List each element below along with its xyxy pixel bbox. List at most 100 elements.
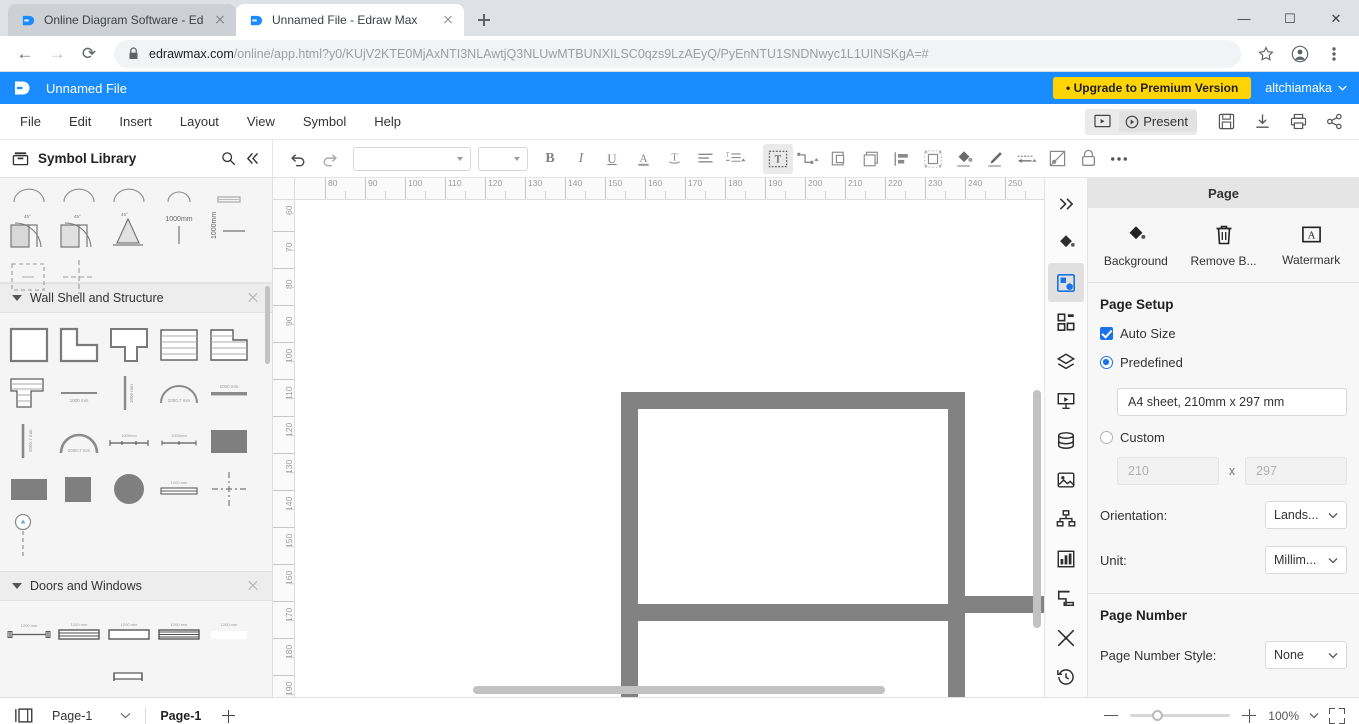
bold-button[interactable]: B	[535, 144, 565, 174]
menu-insert[interactable]: Insert	[105, 108, 166, 135]
close-icon[interactable]	[246, 291, 260, 305]
wall-middle-horizontal[interactable]	[621, 604, 965, 621]
shape-filled-circle[interactable]	[105, 465, 153, 513]
expand-panel-icon[interactable]	[1048, 184, 1084, 223]
zoom-level-value[interactable]: 100%	[1268, 709, 1299, 723]
menu-layout[interactable]: Layout	[166, 108, 233, 135]
browser-tab-1[interactable]: Online Diagram Software - Edraw	[8, 4, 236, 36]
shape-thick-wall[interactable]: 1000 mm	[205, 369, 253, 417]
shape-filled-rect[interactable]	[205, 417, 253, 465]
predefined-size-select[interactable]: A4 sheet, 210mm x 297 mm	[1117, 388, 1347, 416]
shape-dim-line-2[interactable]: 1000mm	[155, 417, 203, 465]
fill-bucket-button[interactable]	[949, 144, 979, 174]
shape-item[interactable]: 45°	[105, 204, 153, 252]
reload-button[interactable]: ⟳	[74, 39, 104, 69]
shape-door-single[interactable]: 1200 mm	[5, 609, 53, 657]
shape-item[interactable]	[205, 180, 253, 204]
kebab-menu-icon[interactable]	[1319, 39, 1349, 69]
font-color-button[interactable]: A	[628, 144, 658, 174]
align-objects-button[interactable]	[887, 144, 917, 174]
shape-striped-t-room[interactable]	[5, 369, 53, 417]
download-icon[interactable]	[1245, 108, 1279, 136]
page-view-icon[interactable]	[14, 707, 34, 724]
close-icon[interactable]	[212, 12, 228, 28]
more-options-button[interactable]	[1104, 144, 1134, 174]
shape-double-line[interactable]: 1200 mm	[155, 465, 203, 513]
auto-size-row[interactable]: Auto Size	[1100, 326, 1347, 341]
shape-elevation-marker[interactable]	[5, 513, 53, 561]
shape-item[interactable]	[55, 252, 103, 300]
shape-dim-line[interactable]: 1000mm	[105, 417, 153, 465]
fullscreen-icon[interactable]	[1329, 707, 1345, 724]
image-icon[interactable]	[1048, 460, 1084, 499]
page-number-style-select[interactable]: None	[1265, 641, 1347, 669]
predefined-radio[interactable]	[1100, 356, 1113, 369]
undo-button[interactable]	[283, 144, 313, 174]
drawing-sheet[interactable]	[295, 200, 1044, 697]
wall-top-left-top[interactable]	[621, 392, 965, 409]
canvas-vertical-scrollbar[interactable]	[1033, 390, 1041, 628]
predefined-row[interactable]: Predefined	[1100, 355, 1347, 370]
italic-button[interactable]: I	[566, 144, 596, 174]
back-button[interactable]: ←	[10, 39, 40, 69]
menu-symbol[interactable]: Symbol	[289, 108, 360, 135]
minimize-button[interactable]: —	[1221, 0, 1267, 36]
print-icon[interactable]	[1281, 108, 1315, 136]
shape-item[interactable]	[105, 180, 153, 204]
shape-filled-rect-2[interactable]	[5, 465, 53, 513]
shape-vertical-wall[interactable]: 1000 mm	[105, 369, 153, 417]
collapse-left-icon[interactable]	[245, 152, 260, 165]
zoom-slider-knob[interactable]	[1152, 710, 1164, 721]
shape-horizontal-wall[interactable]: 1000 mm	[55, 369, 103, 417]
history-icon[interactable]	[1048, 658, 1084, 697]
present-screen-icon[interactable]	[1085, 109, 1119, 135]
shape-filled-square[interactable]	[55, 465, 103, 513]
shape-striped-room[interactable]	[155, 321, 203, 369]
database-icon[interactable]	[1048, 421, 1084, 460]
text-box-button[interactable]: T	[763, 143, 793, 174]
shape-item[interactable]: 45°	[5, 204, 53, 252]
zoom-in-button[interactable]	[1240, 707, 1258, 724]
underline-button[interactable]: U	[597, 144, 627, 174]
shape-window-plain[interactable]: 1200 mm	[105, 609, 153, 657]
line-style-button[interactable]	[1011, 144, 1041, 174]
select-objects-button[interactable]	[918, 144, 948, 174]
container-icon[interactable]	[1048, 579, 1084, 618]
shape-t-room[interactable]	[105, 321, 153, 369]
shape-square-room[interactable]	[5, 321, 53, 369]
shape-window-double[interactable]: 1200 mm	[155, 609, 203, 657]
wall-bottom-left-left[interactable]	[621, 604, 638, 697]
shape-window-triple[interactable]: 1200 mm	[55, 609, 103, 657]
add-page-button[interactable]	[219, 707, 237, 724]
star-icon[interactable]	[1251, 39, 1281, 69]
watermark-button[interactable]: A Watermark	[1267, 224, 1355, 268]
present-button[interactable]: Present	[1119, 111, 1197, 132]
document-filename[interactable]: Unnamed File	[46, 81, 1039, 96]
background-button[interactable]: Background	[1092, 224, 1180, 268]
user-menu[interactable]: altchiamaka	[1265, 81, 1347, 95]
line-spacing-button[interactable]: T	[721, 144, 751, 174]
share-icon[interactable]	[1317, 108, 1351, 136]
fill-bucket-icon[interactable]	[1048, 223, 1084, 262]
font-family-select[interactable]	[353, 146, 471, 171]
auto-size-checkbox[interactable]	[1100, 327, 1113, 340]
shape-arc-wall[interactable]: 2000.7 mm	[155, 369, 203, 417]
custom-row[interactable]: Custom	[1100, 430, 1347, 445]
redo-button[interactable]	[314, 144, 344, 174]
height-input[interactable]: 297	[1245, 457, 1347, 485]
zoom-out-button[interactable]	[1102, 707, 1120, 724]
shape-item[interactable]	[5, 180, 53, 204]
shape-door-bottom[interactable]	[104, 657, 152, 697]
page-tab-page-1[interactable]: Page-1	[160, 709, 201, 723]
line-brush-button[interactable]	[980, 144, 1010, 174]
lock-shape-button[interactable]	[1073, 144, 1103, 174]
section-doors-and-windows[interactable]: Doors and Windows	[0, 571, 272, 601]
font-size-select[interactable]	[478, 146, 528, 171]
org-chart-icon[interactable]	[1048, 500, 1084, 539]
shape-item[interactable]: 1000mm	[155, 204, 203, 252]
maximize-button[interactable]: ☐	[1267, 0, 1313, 36]
shape-item[interactable]	[5, 252, 53, 300]
remove-background-button[interactable]: Remove B...	[1180, 224, 1268, 268]
profile-icon[interactable]	[1285, 39, 1315, 69]
shape-striped-l-room[interactable]	[205, 321, 253, 369]
